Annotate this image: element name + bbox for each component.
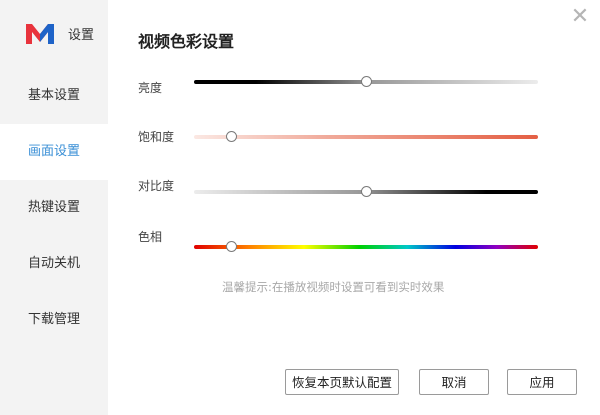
hue-slider-thumb[interactable]	[226, 240, 238, 252]
reset-defaults-button[interactable]: 恢复本页默认配置	[285, 369, 399, 395]
sidebar-item-basic[interactable]: 基本设置	[0, 68, 108, 124]
sidebar-header: 设置	[0, 0, 108, 68]
sidebar-item-label: 下载管理	[28, 312, 81, 327]
saturation-label: 饱和度	[138, 130, 175, 144]
main-panel: ✕ 视频色彩设置 亮度 饱和度 对比度 色相 温馨提示:在播放视频时设置可看到实…	[108, 0, 600, 415]
cancel-button[interactable]: 取消	[419, 369, 489, 395]
contrast-label: 对比度	[138, 179, 175, 193]
sidebar-item-hotkeys[interactable]: 热键设置	[0, 180, 108, 236]
saturation-slider-thumb[interactable]	[226, 130, 238, 142]
sidebar-item-label: 自动关机	[28, 256, 81, 271]
sidebar-item-label: 画面设置	[28, 144, 81, 159]
hue-label: 色相	[138, 230, 163, 244]
apply-button[interactable]: 应用	[507, 369, 577, 395]
app-title: 设置	[68, 28, 95, 43]
sidebar-item-downloads[interactable]: 下载管理	[0, 292, 108, 348]
sidebar-nav: 基本设置 画面设置 热键设置 自动关机 下载管理	[0, 68, 108, 348]
hue-slider[interactable]	[194, 240, 538, 252]
app-logo-icon	[26, 24, 54, 44]
page-title: 视频色彩设置	[138, 32, 235, 51]
sidebar-item-label: 热键设置	[28, 200, 81, 215]
sidebar-item-label: 基本设置	[28, 88, 81, 103]
contrast-slider-thumb[interactable]	[360, 185, 372, 197]
sidebar: 设置 基本设置 画面设置 热键设置 自动关机 下载管理	[0, 0, 108, 415]
brightness-slider[interactable]	[194, 75, 538, 87]
brightness-slider-thumb[interactable]	[360, 75, 372, 87]
sidebar-item-auto-shutdown[interactable]: 自动关机	[0, 236, 108, 292]
hint-text: 温馨提示:在播放视频时设置可看到实时效果	[222, 280, 445, 294]
brightness-label: 亮度	[138, 81, 163, 95]
sidebar-item-display[interactable]: 画面设置	[0, 124, 108, 180]
contrast-slider[interactable]	[194, 185, 538, 197]
close-icon[interactable]: ✕	[568, 6, 592, 30]
saturation-slider[interactable]	[194, 130, 538, 142]
settings-window: 设置 基本设置 画面设置 热键设置 自动关机 下载管理 ✕ 视频色彩设置 亮度	[0, 0, 600, 415]
